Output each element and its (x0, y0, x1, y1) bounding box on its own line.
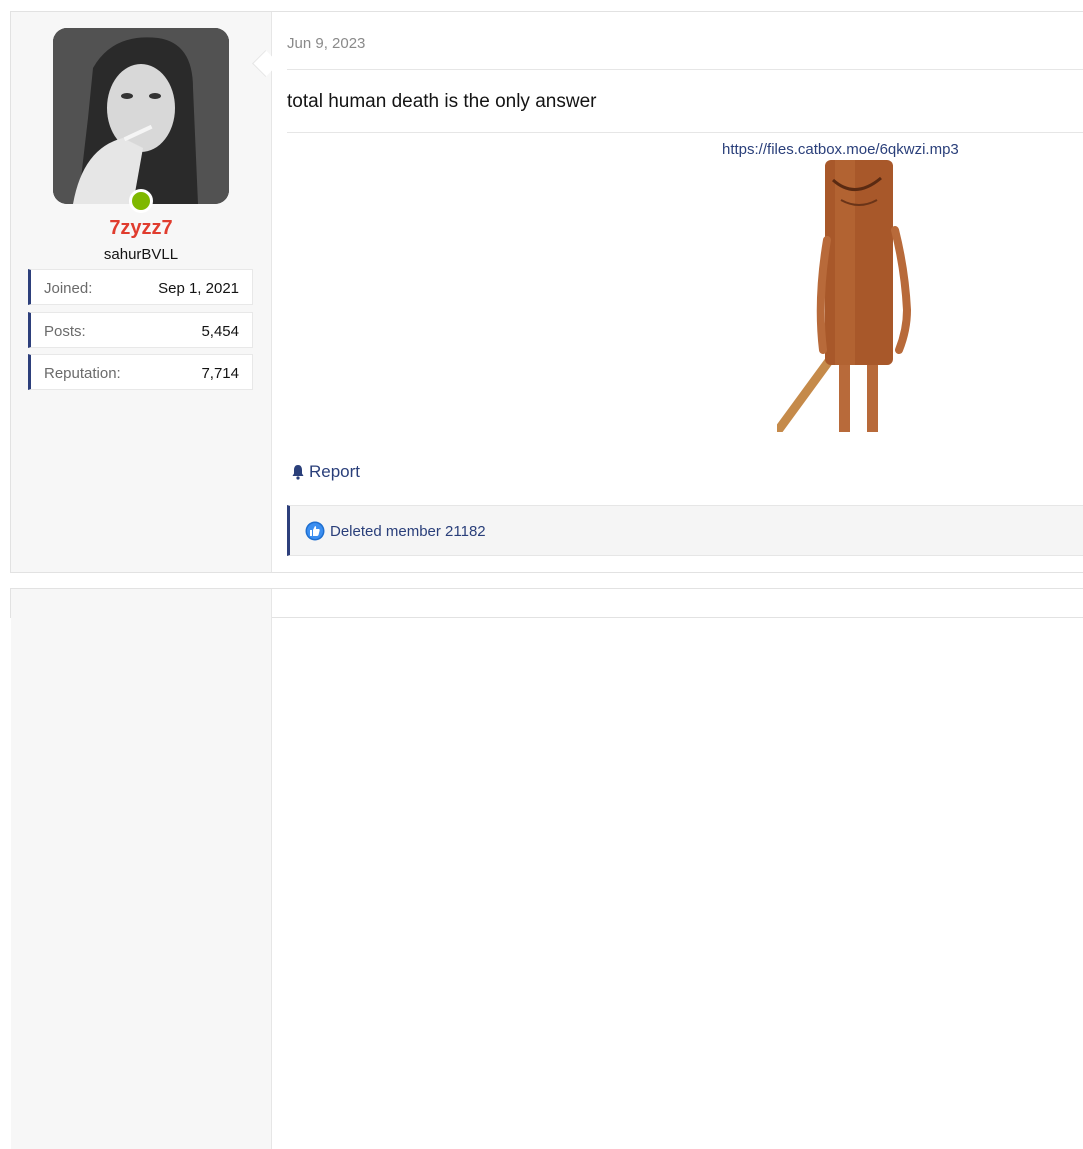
reactions-bar: Deleted member 21182 (287, 505, 1083, 556)
bell-icon (292, 465, 304, 480)
post-link[interactable]: https://files.catbox.moe/6qkwzi.mp3 (722, 141, 959, 158)
user-sidebar: 7zyzz7 sahurBVLL Joined: Sep 1, 2021 Pos… (11, 12, 272, 572)
stat-value: 5,454 (201, 323, 239, 340)
post-text: total human death is the only answer (287, 91, 597, 112)
stat-joined: Joined: Sep 1, 2021 (28, 269, 253, 305)
report-button[interactable]: Report (290, 462, 360, 482)
user-title: sahurBVLL (103, 246, 179, 263)
stat-posts: Posts: 5,454 (28, 312, 253, 348)
username[interactable]: 7zyzz7 (11, 217, 271, 240)
report-label: Report (309, 462, 361, 481)
thumbs-up-icon (305, 521, 325, 541)
stat-value: 7,714 (201, 365, 239, 382)
post-container: 7zyzz7 sahurBVLL Joined: Sep 1, 2021 Pos… (10, 11, 1083, 573)
avatar-image (53, 28, 229, 204)
stat-value: Sep 1, 2021 (158, 280, 239, 297)
divider (287, 132, 1083, 133)
message-body: Jun 9, 2023 total human death is the onl… (287, 12, 1083, 572)
stat-label: Posts: (44, 323, 86, 340)
stat-reputation: Reputation: 7,714 (28, 354, 253, 390)
user-avatar[interactable] (53, 28, 229, 204)
online-status-indicator (129, 189, 153, 213)
divider (287, 69, 1083, 70)
next-post-container (10, 588, 1083, 1149)
next-post-user-sidebar (11, 589, 272, 1149)
post-date[interactable]: Jun 9, 2023 (287, 35, 365, 52)
stat-label: Joined: (44, 280, 93, 297)
post-image[interactable] (777, 160, 927, 432)
reaction-user-link[interactable]: Deleted member 21182 (330, 523, 486, 540)
stat-label: Reputation: (44, 365, 121, 382)
